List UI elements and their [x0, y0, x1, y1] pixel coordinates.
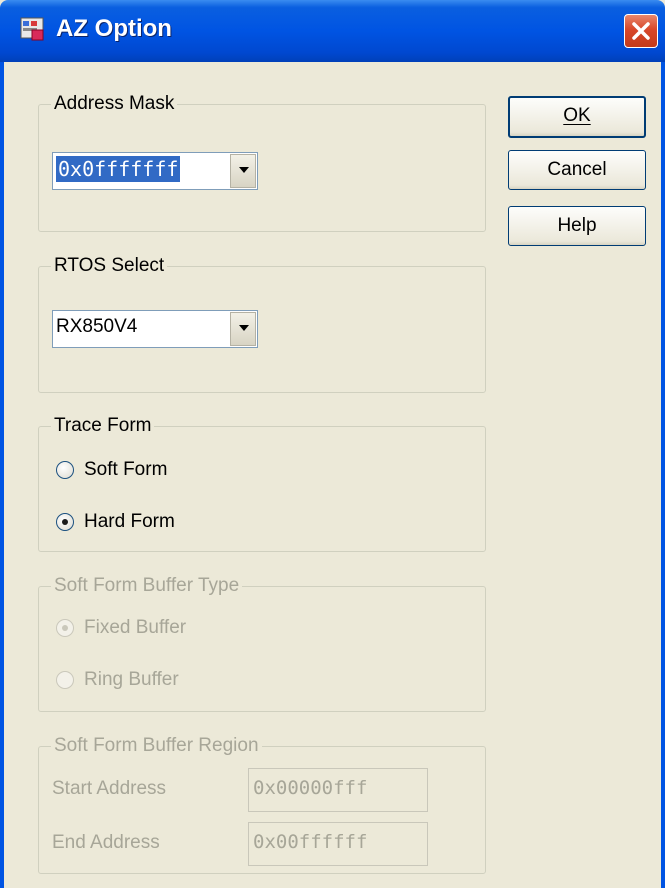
soft-form-label: Soft Form [84, 459, 168, 480]
rtos-select-label: RTOS Select [51, 255, 168, 277]
start-address-label: Start Address [52, 778, 167, 799]
buffer-region-label: Soft Form Buffer Region [51, 735, 262, 757]
radio-dot-icon [62, 625, 68, 631]
ok-button[interactable]: OK [508, 96, 646, 138]
ring-buffer-radio: Ring Buffer [56, 668, 276, 694]
window-frame-right [661, 62, 665, 888]
hard-form-radio[interactable]: Hard Form [56, 510, 256, 536]
close-button[interactable] [624, 14, 658, 48]
help-button[interactable]: Help [508, 206, 646, 246]
radio-button-icon[interactable] [56, 461, 74, 479]
chevron-down-icon [239, 325, 249, 331]
help-button-label: Help [557, 215, 597, 236]
app-icon [20, 16, 46, 42]
ok-button-label: OK [563, 105, 591, 126]
end-address-label: End Address [52, 832, 160, 853]
window-frame-left [0, 62, 4, 888]
start-address-field: 0x00000fff [248, 768, 428, 812]
radio-button-icon-selected [56, 619, 74, 637]
radio-button-icon-selected[interactable] [56, 513, 74, 531]
hard-form-label: Hard Form [84, 511, 175, 532]
address-mask-label: Address Mask [51, 93, 178, 115]
fixed-buffer-radio: Fixed Buffer [56, 616, 276, 642]
fixed-buffer-label: Fixed Buffer [84, 617, 187, 638]
end-address-field: 0x00ffffff [248, 822, 428, 866]
radio-dot-icon [62, 519, 68, 525]
ring-buffer-label: Ring Buffer [84, 669, 179, 690]
address-mask-value[interactable]: 0x0fffffff [56, 156, 181, 182]
buffer-type-label: Soft Form Buffer Type [51, 575, 243, 597]
address-mask-dropdown-button[interactable] [230, 154, 256, 188]
soft-form-radio[interactable]: Soft Form [56, 458, 256, 484]
close-icon [632, 22, 650, 40]
rtos-select-dropdown-button[interactable] [230, 312, 256, 346]
trace-form-label: Trace Form [51, 415, 155, 437]
cancel-button-label: Cancel [547, 159, 607, 180]
cancel-button[interactable]: Cancel [508, 150, 646, 190]
title-bar[interactable]: AZ Option [0, 0, 665, 62]
radio-button-icon [56, 671, 74, 689]
chevron-down-icon [239, 167, 249, 173]
rtos-select-value[interactable]: RX850V4 [56, 314, 137, 340]
rtos-select-combo[interactable]: RX850V4 [52, 310, 258, 348]
window-title: AZ Option [56, 15, 172, 42]
address-mask-combo[interactable]: 0x0fffffff [52, 152, 258, 190]
